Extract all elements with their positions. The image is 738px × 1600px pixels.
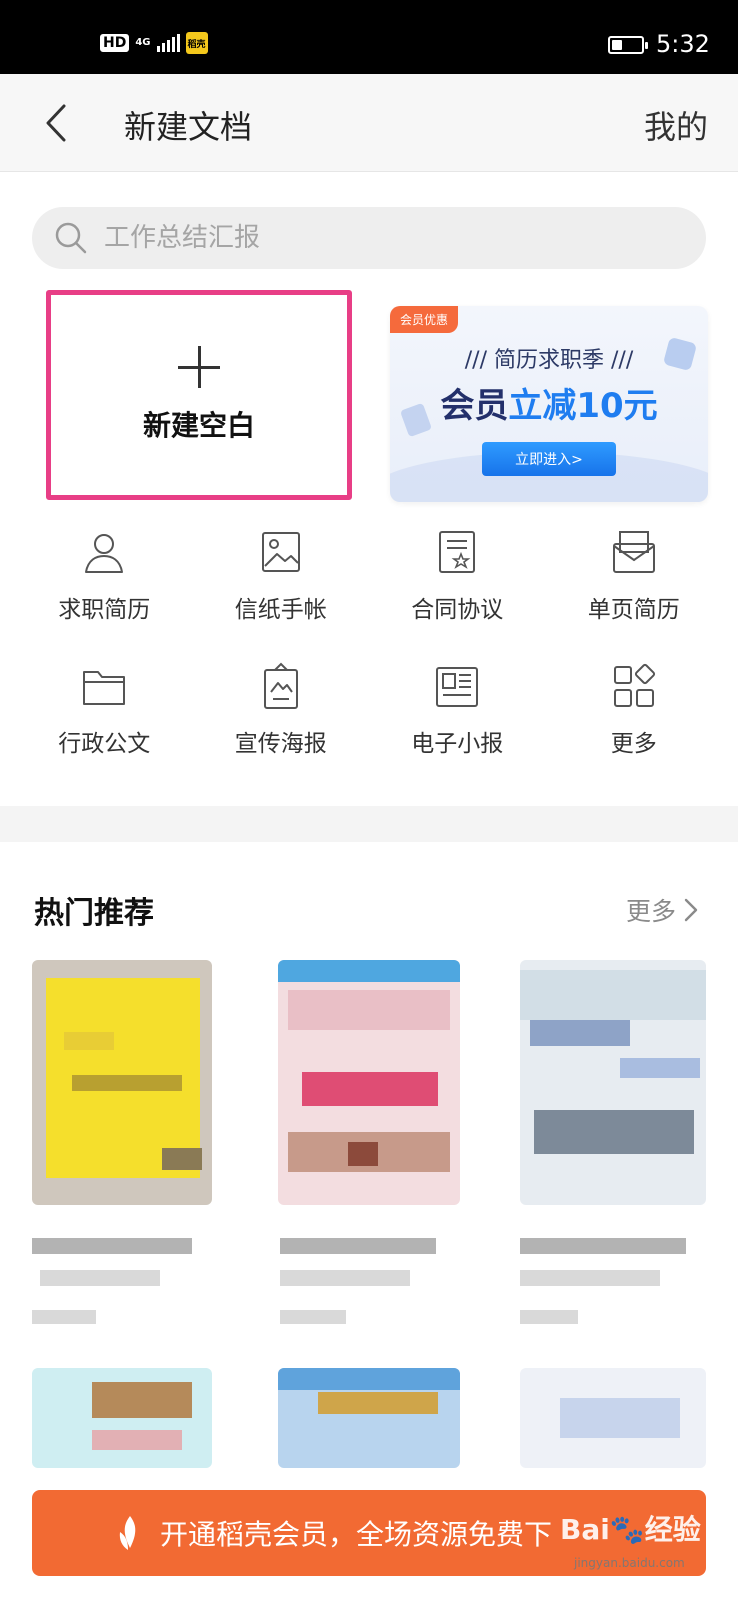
- template-meta-placeholder: [32, 1310, 96, 1324]
- poster-icon: [263, 662, 298, 709]
- section-divider: [0, 806, 738, 842]
- envelope-icon: [612, 531, 655, 573]
- template-title-placeholder: [280, 1238, 436, 1254]
- template-meta-placeholder: [280, 1310, 346, 1324]
- category-label: 信纸手帐: [234, 597, 327, 623]
- promo-banner[interactable]: 会员优惠 /// 简历求职季 /// 会员立减10元 立即进入>: [390, 306, 708, 502]
- promo-enter-button[interactable]: 立即进入>: [482, 442, 616, 476]
- watermark-brand: Bai: [560, 1513, 610, 1546]
- leaf-logo-icon: [119, 1516, 136, 1550]
- category-label: 电子小报: [411, 731, 504, 757]
- category-item[interactable]: 宣传海报: [193, 662, 370, 758]
- image-icon: [261, 532, 300, 572]
- battery-icon: [608, 36, 648, 54]
- template-card[interactable]: [32, 960, 212, 1205]
- promo-headline: 会员立减10元: [390, 378, 708, 427]
- promo-subtitle: /// 简历求职季 ///: [464, 348, 634, 373]
- category-item[interactable]: 单页简历: [546, 528, 723, 624]
- battery-level: [612, 40, 622, 50]
- watermark-logo: Bai🐾经验: [560, 1508, 701, 1548]
- signal-bars-icon: [156, 34, 180, 52]
- template-title-placeholder: [520, 1238, 686, 1254]
- page-title: 新建文档: [124, 108, 253, 146]
- paw-icon: 🐾: [609, 1513, 645, 1546]
- vip-bar-text: 开通稻壳会员，全场资源免费下: [160, 1518, 553, 1551]
- category-label: 行政公文: [58, 731, 151, 757]
- search-input[interactable]: [104, 223, 644, 253]
- plus-icon: [178, 346, 220, 388]
- app-notification-icon: 稻壳: [185, 32, 208, 54]
- category-item[interactable]: 电子小报: [369, 662, 546, 758]
- grid-more-icon: [613, 663, 655, 707]
- see-more-button[interactable]: 更多: [626, 892, 698, 928]
- template-card[interactable]: [32, 1368, 212, 1468]
- search-icon: [55, 222, 87, 254]
- chevron-left-icon: [46, 104, 66, 142]
- category-label: 单页简历: [587, 597, 680, 623]
- template-title-placeholder: [520, 1270, 660, 1286]
- category-item[interactable]: 更多: [546, 662, 723, 758]
- search-bar[interactable]: [32, 207, 706, 269]
- category-item[interactable]: 信纸手帐: [193, 528, 370, 624]
- new-blank-label: 新建空白: [142, 409, 255, 442]
- category-item[interactable]: 合同协议: [369, 528, 546, 624]
- template-title-placeholder: [280, 1270, 410, 1286]
- promo-headline-b: 立减10元: [508, 386, 658, 426]
- folder-icon: [83, 671, 126, 705]
- section-title: 热门推荐: [34, 896, 154, 931]
- template-title-placeholder: [40, 1270, 160, 1286]
- template-card[interactable]: [520, 960, 706, 1205]
- signal-group: HD 4G 稻壳: [100, 32, 208, 54]
- new-blank-button[interactable]: 新建空白: [46, 290, 352, 500]
- template-card[interactable]: [520, 1368, 706, 1468]
- category-item[interactable]: 行政公文: [16, 662, 193, 758]
- template-card[interactable]: [278, 960, 460, 1205]
- category-label: 合同协议: [411, 597, 504, 623]
- chevron-right-icon: [684, 898, 698, 922]
- category-grid: 求职简历 信纸手帐 合同协议 单页简历 行政公文 宣传海报 电子小报 更多: [16, 528, 722, 758]
- mine-button[interactable]: 我的: [644, 102, 708, 148]
- promo-tag: 会员优惠: [390, 306, 459, 333]
- hd-badge: HD: [100, 34, 130, 52]
- status-bar: HD 4G 稻壳 5:32: [0, 0, 738, 74]
- person-icon: [85, 534, 124, 573]
- promo-headline-a: 会员: [440, 386, 509, 426]
- nav-bar: 新建文档 我的: [0, 74, 738, 172]
- newspaper-icon: [436, 667, 479, 707]
- watermark-brand-b: 经验: [644, 1513, 701, 1546]
- category-label: 宣传海报: [234, 731, 327, 757]
- template-meta-placeholder: [520, 1310, 578, 1324]
- category-label: 求职简历: [58, 597, 151, 623]
- back-button[interactable]: [36, 100, 76, 146]
- network-type: 4G: [135, 37, 151, 48]
- clock: 5:32: [656, 30, 710, 58]
- see-more-label: 更多: [625, 897, 676, 926]
- template-title-placeholder: [32, 1238, 192, 1254]
- category-item[interactable]: 求职简历: [16, 528, 193, 624]
- contract-icon: [439, 531, 476, 573]
- watermark-url: jingyan.baidu.com: [574, 1556, 685, 1570]
- template-card[interactable]: [278, 1368, 460, 1468]
- category-label: 更多: [610, 731, 657, 757]
